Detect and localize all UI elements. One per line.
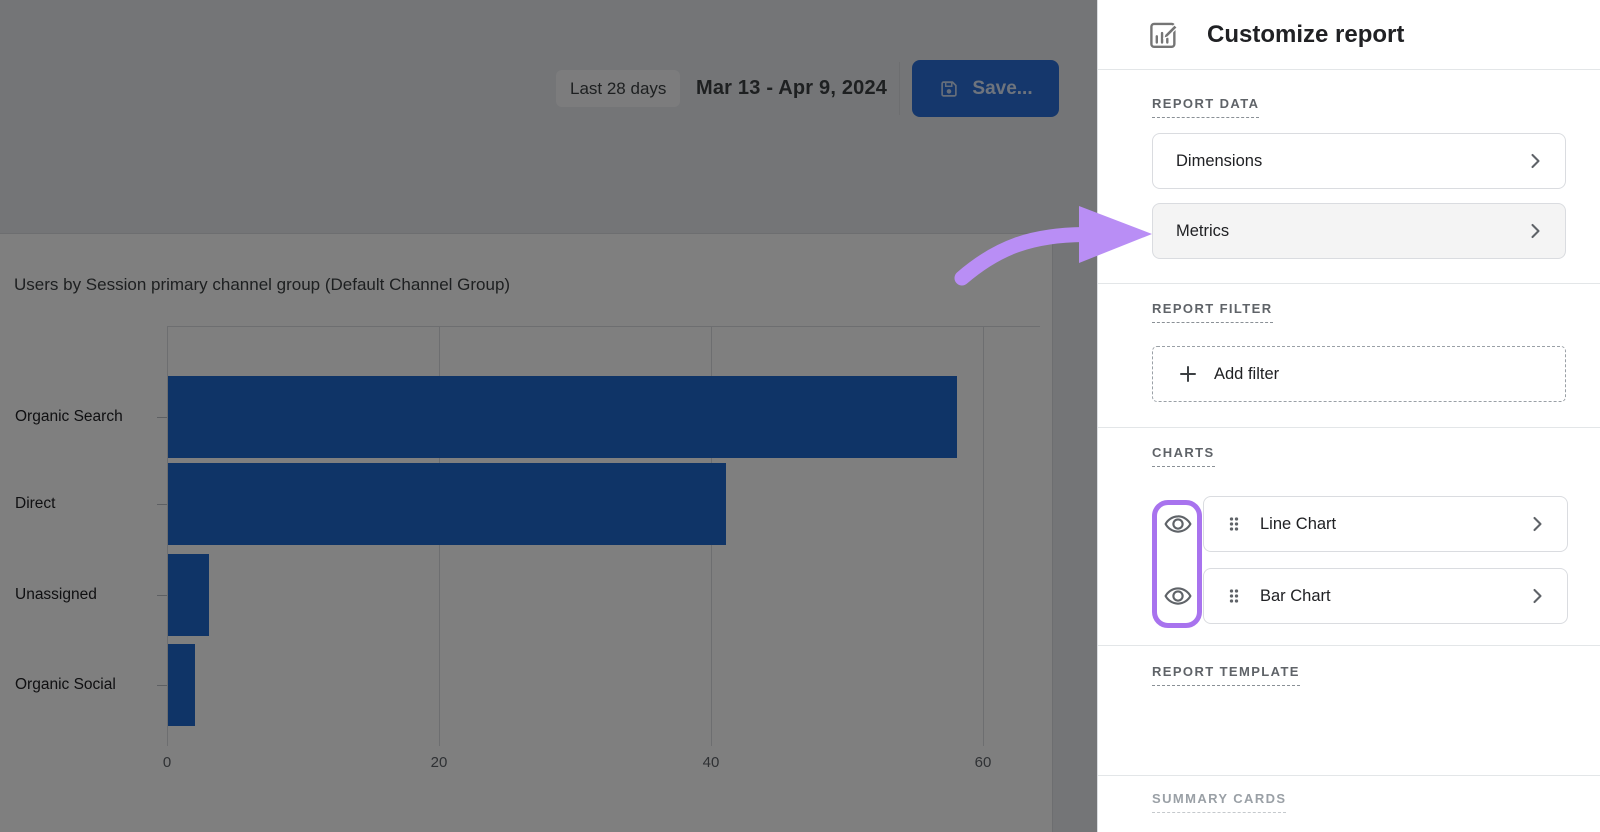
line-chart-row[interactable]: Line Chart (1203, 496, 1568, 552)
chevron-right-icon (1523, 149, 1547, 173)
section-label-report-data: REPORT DATA (1152, 96, 1259, 118)
visibility-eye-icon (1163, 509, 1193, 539)
chevron-right-icon (1525, 584, 1549, 608)
modal-dim-overlay (0, 0, 1097, 832)
chevron-right-icon (1525, 512, 1549, 536)
metrics-label: Metrics (1176, 222, 1229, 241)
line-chart-visibility-toggle[interactable] (1160, 509, 1196, 539)
visibility-eye-icon (1163, 581, 1193, 611)
drag-handle-icon[interactable] (1224, 586, 1244, 606)
screenshot-stage: Last 28 days Mar 13 - Apr 9, 2024 Save..… (0, 0, 1600, 832)
section-divider (1098, 427, 1600, 428)
section-label-summary-cards: SUMMARY CARDS (1152, 791, 1286, 813)
chevron-right-icon (1523, 219, 1547, 243)
section-divider (1098, 283, 1600, 284)
customize-report-panel: Customize report REPORT DATA Dimensions … (1097, 0, 1600, 832)
section-divider (1098, 775, 1600, 776)
bar-chart-label: Bar Chart (1260, 587, 1331, 606)
add-filter-button[interactable]: Add filter (1152, 346, 1566, 402)
bar-chart-visibility-toggle[interactable] (1160, 581, 1196, 611)
section-divider (1098, 645, 1600, 646)
section-label-report-filter: REPORT FILTER (1152, 301, 1273, 323)
section-label-charts: CHARTS (1152, 445, 1215, 467)
plus-icon (1176, 362, 1200, 386)
dimensions-button[interactable]: Dimensions (1152, 133, 1566, 189)
dimensions-label: Dimensions (1176, 152, 1262, 171)
line-chart-label: Line Chart (1260, 515, 1336, 534)
panel-header: Customize report (1098, 0, 1600, 70)
add-filter-label: Add filter (1214, 365, 1279, 384)
section-label-report-template: REPORT TEMPLATE (1152, 664, 1300, 686)
metrics-button[interactable]: Metrics (1152, 203, 1566, 259)
edit-chart-icon (1146, 17, 1182, 53)
panel-title: Customize report (1207, 21, 1404, 49)
bar-chart-row[interactable]: Bar Chart (1203, 568, 1568, 624)
drag-handle-icon[interactable] (1224, 514, 1244, 534)
